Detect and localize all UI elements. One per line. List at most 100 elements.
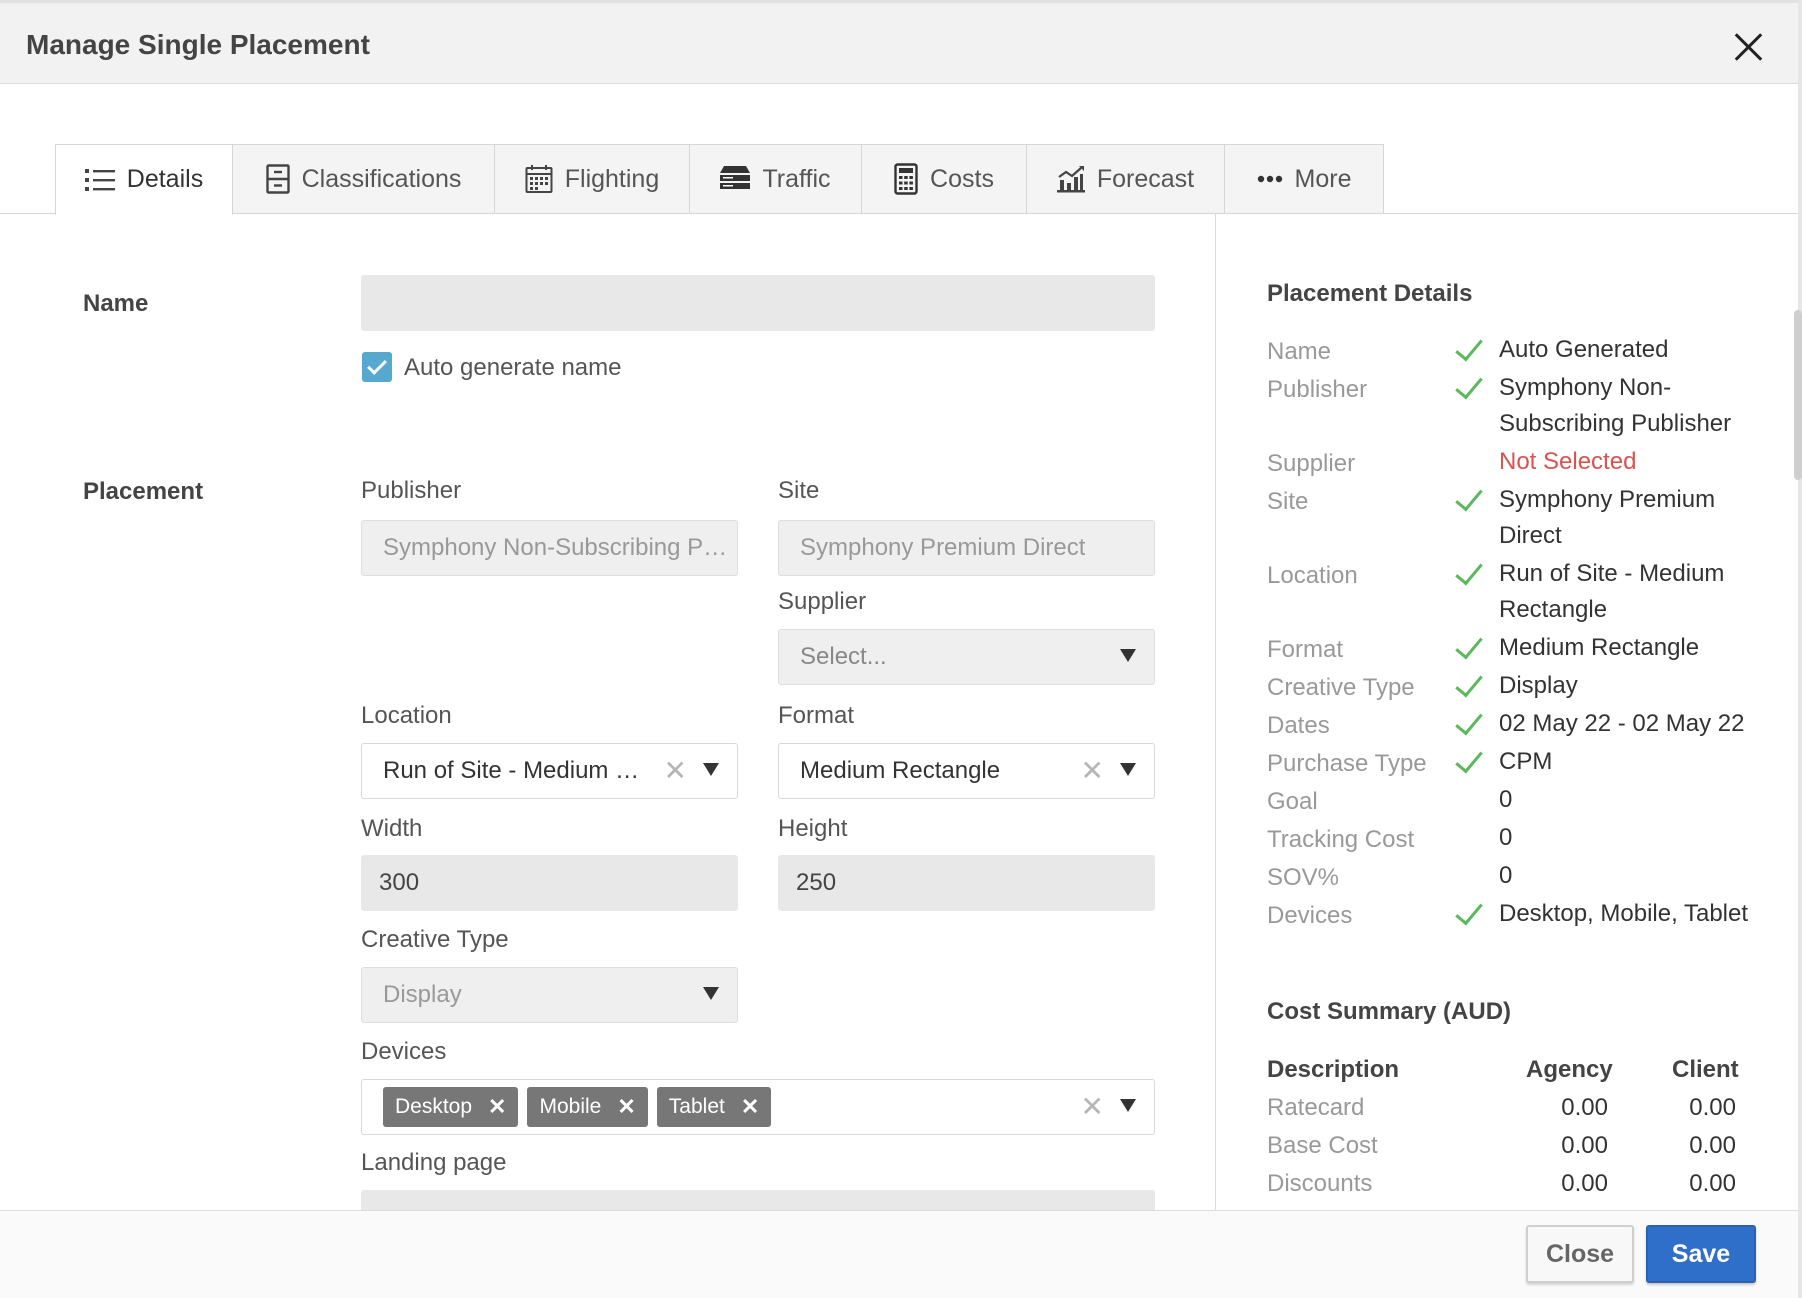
tab-flighting[interactable]: Flighting <box>495 144 690 214</box>
check-icon <box>1455 744 1483 774</box>
detail-value-sov: 0 <box>1499 862 1513 889</box>
site-field: Symphony Premium Direct <box>778 520 1155 576</box>
clear-icon[interactable]: ✕ <box>1081 1093 1104 1121</box>
detail-value-devices: Desktop, Mobile, Tablet <box>1499 900 1749 927</box>
check-icon <box>1455 370 1483 400</box>
panel-divider <box>1215 214 1216 1210</box>
tab-label: Details <box>126 165 204 193</box>
detail-label-site: Site <box>1267 488 1309 515</box>
cost-row-description: Base Cost <box>1267 1132 1378 1159</box>
detail-label-creative-type: Creative Type <box>1267 674 1415 701</box>
server-icon <box>720 166 751 189</box>
tab-forecast[interactable]: Forecast <box>1027 144 1225 214</box>
remove-tag-icon[interactable]: ✕ <box>741 1094 759 1120</box>
detail-label-tracking-cost: Tracking Cost <box>1267 826 1415 853</box>
check-icon <box>1455 332 1483 362</box>
width-input[interactable]: 300 <box>361 855 738 911</box>
calculator-icon <box>894 163 918 195</box>
check-icon <box>1455 630 1483 660</box>
scrollbar[interactable] <box>1794 310 1802 480</box>
chart-icon <box>1056 166 1085 193</box>
cost-row-agency: 0.00 <box>1561 1132 1608 1159</box>
chevron-down-icon <box>703 763 719 776</box>
check-icon <box>1455 556 1483 586</box>
device-tag-tablet: Tablet ✕ <box>656 1087 772 1127</box>
detail-label-supplier: Supplier <box>1267 450 1356 477</box>
cost-summary-title: Cost Summary (AUD) <box>1267 998 1512 1025</box>
detail-label-format: Format <box>1267 636 1344 663</box>
name-section-label: Name <box>83 290 149 317</box>
auto-generate-label: Auto generate name <box>404 354 622 381</box>
remove-tag-icon[interactable]: ✕ <box>488 1094 506 1120</box>
devices-multiselect[interactable]: Desktop ✕ Mobile ✕ Tablet ✕ ✕ <box>361 1079 1155 1135</box>
detail-label-devices: Devices <box>1267 902 1353 929</box>
tab-bar: Details Classifications Flighting Traffi… <box>0 144 1798 215</box>
close-icon[interactable] <box>1728 27 1768 67</box>
cost-row-agency: 0.00 <box>1561 1170 1608 1197</box>
list-icon <box>84 168 115 191</box>
tab-costs[interactable]: Costs <box>862 144 1027 214</box>
width-label: Width <box>361 815 423 842</box>
dialog-header: Manage Single Placement <box>0 0 1798 84</box>
detail-label-sov: SOV% <box>1267 864 1340 891</box>
publisher-label: Publisher <box>361 477 462 504</box>
placement-details-title: Placement Details <box>1267 280 1473 307</box>
calendar-icon <box>525 165 553 193</box>
height-input[interactable]: 250 <box>778 855 1155 911</box>
remove-tag-icon[interactable]: ✕ <box>617 1094 635 1120</box>
detail-value-tracking-cost: 0 <box>1499 824 1513 851</box>
tab-more[interactable]: More <box>1225 144 1384 214</box>
cabinet-icon <box>265 164 290 194</box>
cost-row-client: 0.00 <box>1689 1094 1736 1121</box>
tab-traffic[interactable]: Traffic <box>690 144 862 214</box>
supplier-select[interactable]: Select... <box>778 629 1155 685</box>
detail-value-publisher: Symphony Non- Subscribing Publisher <box>1499 374 1732 437</box>
tab-classifications[interactable]: Classifications <box>233 144 495 214</box>
detail-label-purchase-type: Purchase Type <box>1267 750 1427 777</box>
cost-header-agency: Agency <box>1526 1056 1613 1083</box>
detail-label-location: Location <box>1267 562 1358 589</box>
ellipsis-icon <box>1257 175 1282 183</box>
check-icon <box>1455 706 1483 736</box>
creative-type-select[interactable]: Display <box>361 967 738 1023</box>
name-input[interactable] <box>361 275 1155 331</box>
location-select[interactable]: Run of Site - Medium Re... ✕ <box>361 743 738 799</box>
device-tag-desktop: Desktop ✕ <box>383 1087 519 1127</box>
supplier-label: Supplier <box>778 588 867 615</box>
dialog-title: Manage Single Placement <box>26 29 370 60</box>
detail-label-name: Name <box>1267 338 1332 365</box>
detail-value-creative-type: Display <box>1499 672 1578 699</box>
auto-generate-checkbox[interactable] <box>362 352 392 382</box>
cost-header-client: Client <box>1672 1056 1739 1083</box>
detail-value-location: Run of Site - Medium Rectangle <box>1499 560 1725 623</box>
landing-page-input[interactable] <box>361 1190 1155 1210</box>
check-icon <box>1455 896 1483 926</box>
clear-icon[interactable]: ✕ <box>1081 757 1104 785</box>
save-button[interactable]: Save <box>1646 1225 1756 1283</box>
detail-value-goal: 0 <box>1499 786 1513 813</box>
detail-value-supplier: Not Selected <box>1499 448 1637 475</box>
detail-value-format: Medium Rectangle <box>1499 634 1700 661</box>
tab-label: Flighting <box>564 164 660 193</box>
detail-value-site: Symphony Premium Direct <box>1499 486 1716 549</box>
cost-row-client: 0.00 <box>1689 1170 1736 1197</box>
clear-icon[interactable]: ✕ <box>664 757 687 785</box>
tab-label: Forecast <box>1096 164 1195 193</box>
chevron-down-icon <box>703 987 719 1000</box>
chevron-down-icon <box>1120 763 1136 776</box>
cost-row-description: Discounts <box>1267 1170 1373 1197</box>
detail-label-dates: Dates <box>1267 712 1330 739</box>
devices-label: Devices <box>361 1038 447 1065</box>
tab-label: Classifications <box>301 164 462 193</box>
close-button[interactable]: Close <box>1526 1225 1634 1283</box>
format-select[interactable]: Medium Rectangle ✕ <box>778 743 1155 799</box>
chevron-down-icon <box>1120 1099 1136 1112</box>
window-edge <box>1798 0 1802 1298</box>
check-icon <box>1455 482 1483 512</box>
publisher-field: Symphony Non-Subscribing Pub... <box>361 520 738 576</box>
tab-label: More <box>1294 164 1352 193</box>
tab-details[interactable]: Details <box>55 144 233 215</box>
location-label: Location <box>361 702 452 729</box>
detail-value-name: Auto Generated <box>1499 336 1669 363</box>
creative-type-label: Creative Type <box>361 926 509 953</box>
